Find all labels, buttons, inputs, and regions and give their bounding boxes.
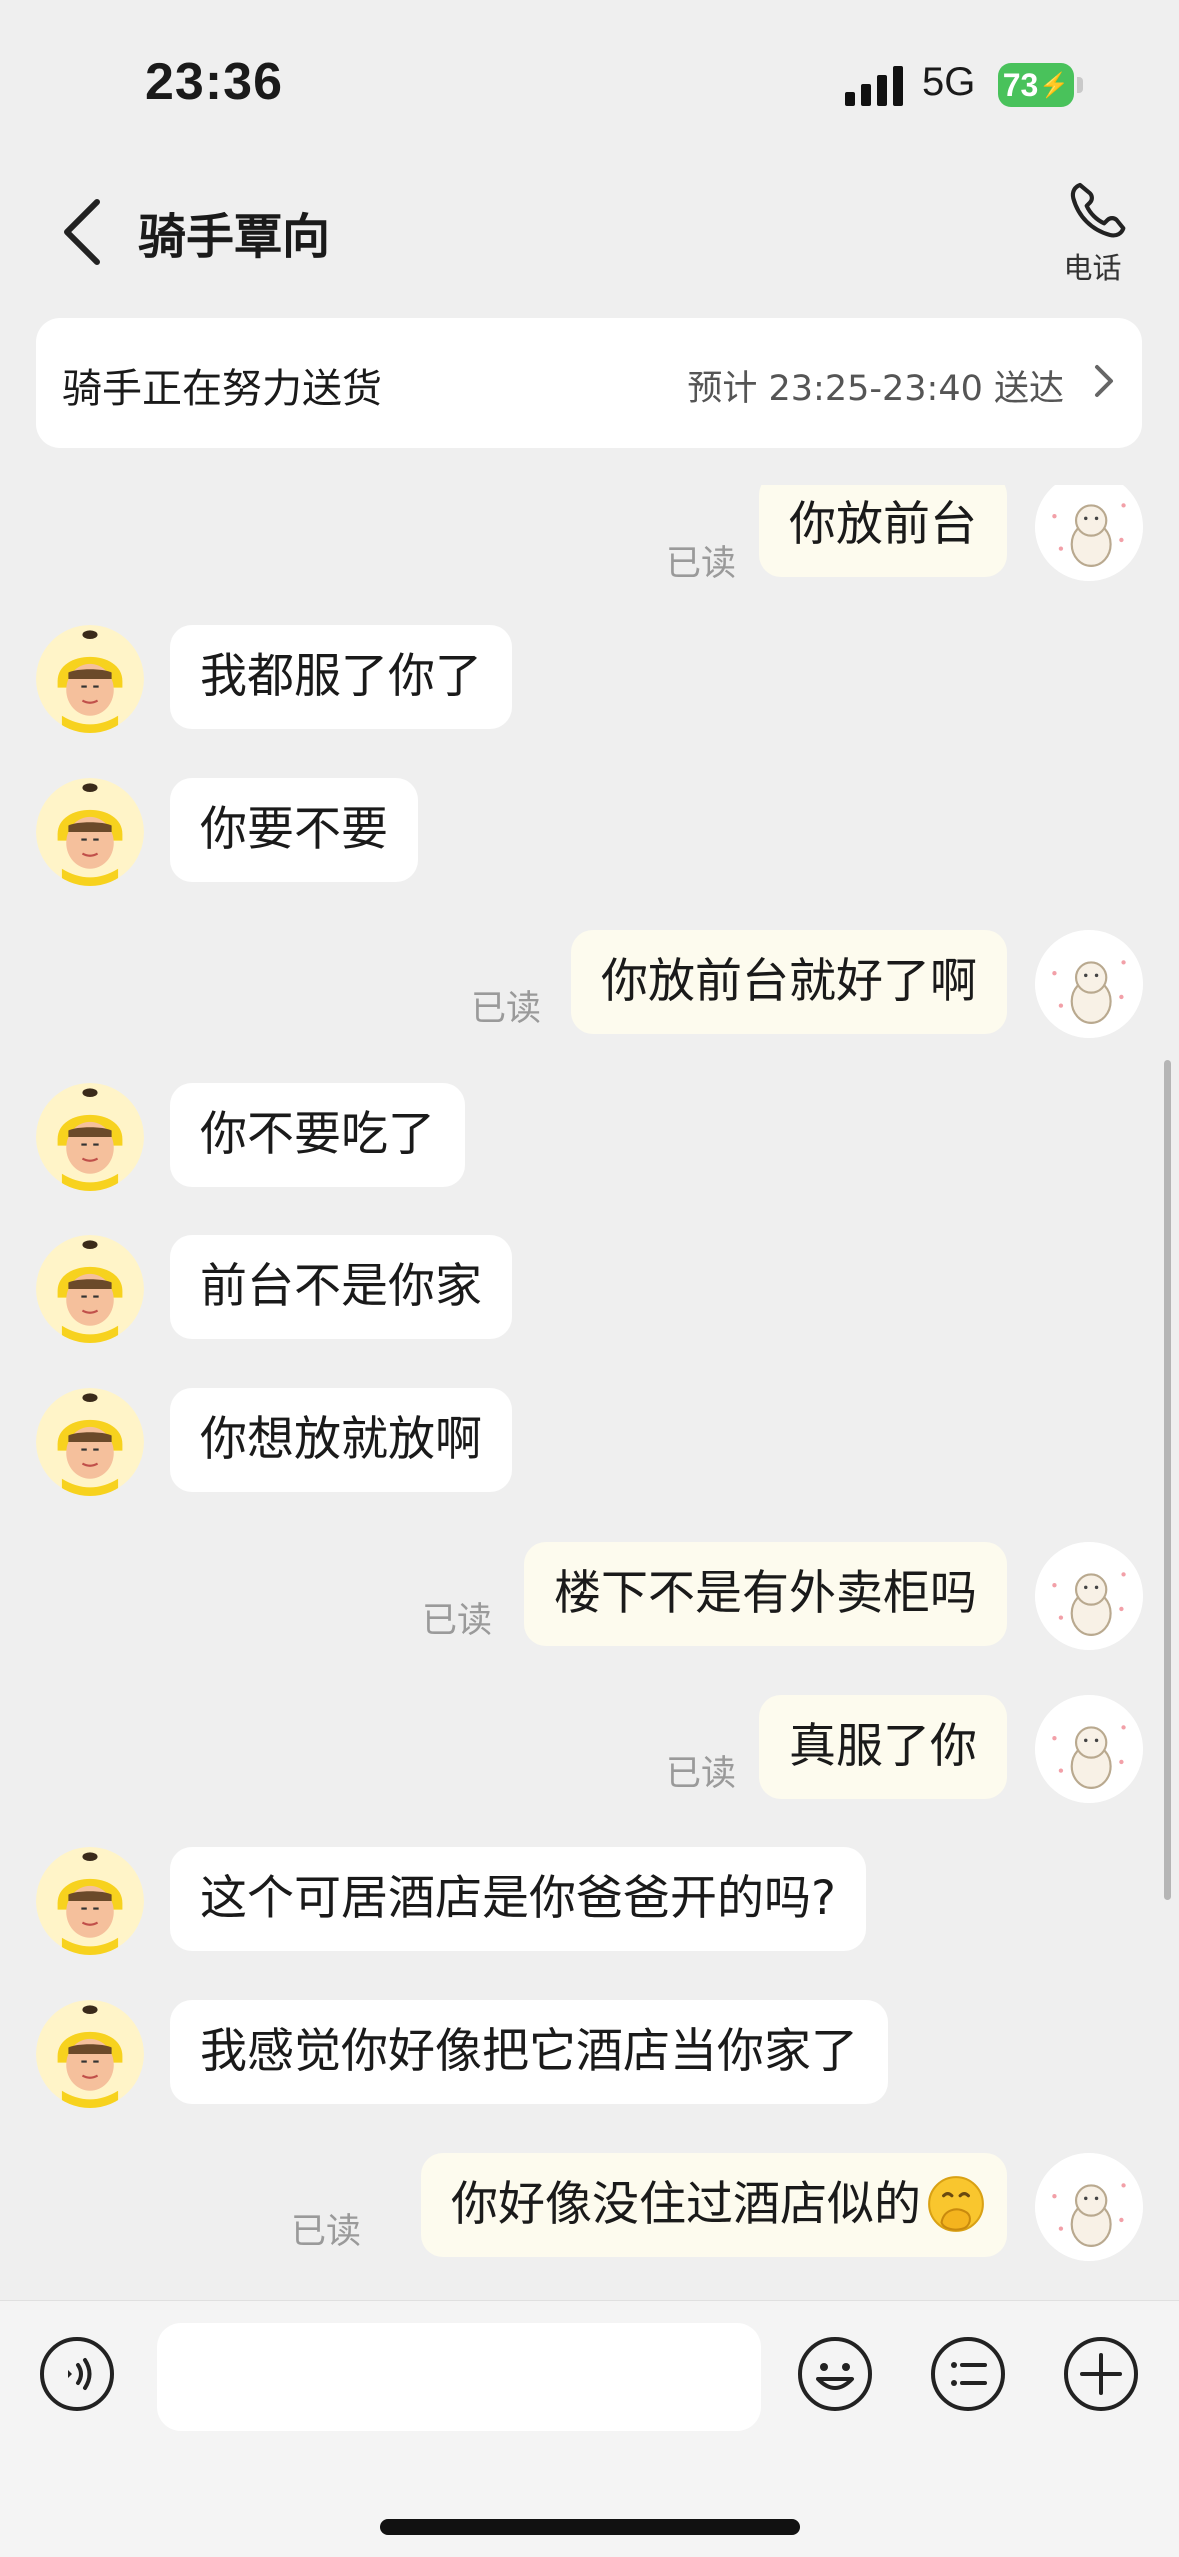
rider-avatar[interactable] <box>36 625 144 733</box>
user-avatar[interactable] <box>1035 1542 1143 1650</box>
message-incoming: 你要不要 <box>0 778 1179 886</box>
message-bubble[interactable]: 你好像没住过酒店似的 <box>421 2153 1007 2257</box>
read-receipt: 已读 <box>470 989 541 1029</box>
message-outgoing: 已读 真服了你 <box>0 1695 1179 1803</box>
user-avatar[interactable] <box>1035 1695 1143 1803</box>
plus-icon[interactable] <box>1062 2335 1140 2413</box>
delivery-eta: 预计 23:25-23:40 送达 <box>687 369 1064 409</box>
message-outgoing: 已读 你放前台 <box>0 485 1179 593</box>
chat-messages[interactable]: 已读 你放前台 我都服了你了 你要不要 已读 你放前台就好了啊 你不要吃了 前台… <box>0 485 1179 2300</box>
message-bubble[interactable]: 你想放就放啊 <box>170 1388 512 1492</box>
read-receipt: 已读 <box>421 1601 492 1641</box>
back-arrow-icon[interactable] <box>55 192 115 272</box>
user-avatar[interactable] <box>1035 2153 1143 2261</box>
message-incoming: 我都服了你了 <box>0 625 1179 733</box>
hand-over-mouth-emoji-icon <box>928 2175 984 2232</box>
rider-avatar[interactable] <box>36 1388 144 1496</box>
read-receipt: 已读 <box>665 544 736 584</box>
read-receipt: 已读 <box>665 1754 736 1794</box>
message-bubble[interactable]: 我都服了你了 <box>170 625 512 729</box>
delivery-status-card[interactable]: 骑手正在努力送货 预计 23:25-23:40 送达 <box>36 318 1142 448</box>
signal-icon <box>845 66 903 106</box>
nav-bar: 骑手覃向 电话 <box>0 150 1179 310</box>
quick-reply-icon[interactable] <box>929 2335 1007 2413</box>
message-bubble[interactable]: 前台不是你家 <box>170 1235 512 1339</box>
message-bubble[interactable]: 你放前台就好了啊 <box>571 930 1007 1034</box>
rider-avatar[interactable] <box>36 1235 144 1343</box>
message-outgoing: 已读 楼下不是有外卖柜吗 <box>0 1542 1179 1650</box>
message-text: 你好像没住过酒店似的 <box>451 2177 921 2232</box>
battery-tip <box>1077 77 1083 93</box>
emoji-icon[interactable] <box>796 2335 874 2413</box>
user-avatar[interactable] <box>1035 930 1143 1038</box>
rider-avatar[interactable] <box>36 1847 144 1955</box>
page-title: 骑手覃向 <box>138 209 331 265</box>
status-time: 23:36 <box>145 53 283 111</box>
chevron-right-icon <box>1095 365 1113 397</box>
rider-avatar[interactable] <box>36 778 144 886</box>
message-incoming: 我感觉你好像把它酒店当你家了 <box>0 2000 1179 2108</box>
message-incoming: 你想放就放啊 <box>0 1388 1179 1496</box>
battery-icon: 73 ⚡ <box>998 63 1074 107</box>
message-outgoing: 已读 你好像没住过酒店似的 <box>0 2153 1179 2261</box>
voice-icon[interactable] <box>38 2335 116 2413</box>
rider-avatar[interactable] <box>36 1083 144 1191</box>
message-bubble[interactable]: 楼下不是有外卖柜吗 <box>524 1542 1007 1646</box>
message-bubble[interactable]: 真服了你 <box>759 1695 1007 1799</box>
user-avatar[interactable] <box>1035 485 1143 581</box>
message-bubble[interactable]: 你不要吃了 <box>170 1083 465 1187</box>
rider-avatar[interactable] <box>36 2000 144 2108</box>
input-bar <box>0 2300 1179 2557</box>
status-bar: 23:36 5G 73 ⚡ <box>0 0 1179 150</box>
delivery-status-text: 骑手正在努力送货 <box>62 366 382 412</box>
chat-scrollbar[interactable] <box>1164 1060 1171 1900</box>
message-incoming: 前台不是你家 <box>0 1235 1179 1343</box>
message-incoming: 这个可居酒店是你爸爸开的吗? <box>0 1847 1179 1955</box>
message-bubble[interactable]: 你要不要 <box>170 778 418 882</box>
home-indicator[interactable] <box>380 2519 800 2535</box>
message-bubble[interactable]: 你放前台 <box>759 485 1007 577</box>
phone-label[interactable]: 电话 <box>1040 245 1145 287</box>
read-receipt: 已读 <box>290 2212 361 2252</box>
message-input[interactable] <box>157 2323 761 2431</box>
message-outgoing: 已读 你放前台就好了啊 <box>0 930 1179 1038</box>
message-bubble[interactable]: 这个可居酒店是你爸爸开的吗? <box>170 1847 866 1951</box>
battery-level: 73 <box>1002 66 1039 103</box>
message-bubble[interactable]: 我感觉你好像把它酒店当你家了 <box>170 2000 888 2104</box>
message-incoming: 你不要吃了 <box>0 1083 1179 1191</box>
network-type: 5G <box>922 60 976 104</box>
